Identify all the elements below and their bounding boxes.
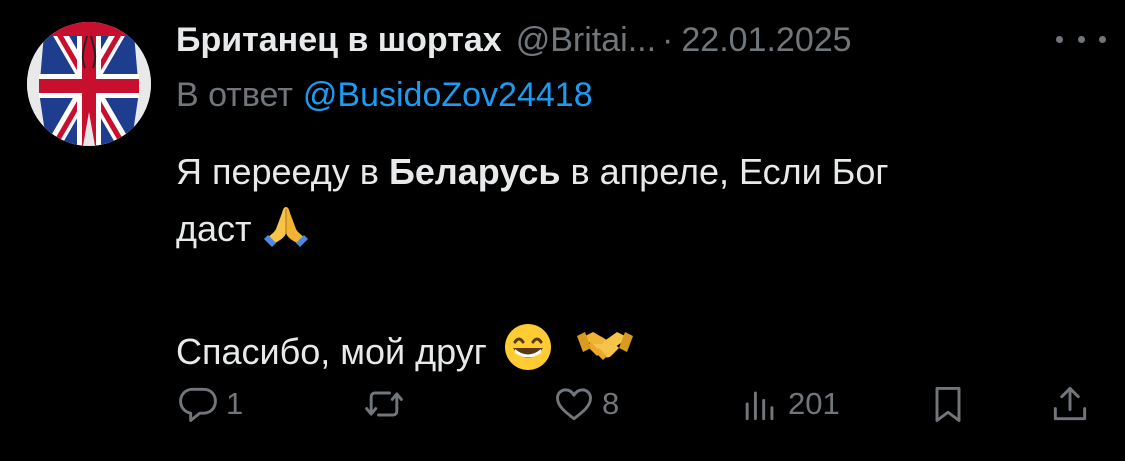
union-jack-shorts-image bbox=[27, 22, 151, 146]
reply-prefix: В ответ bbox=[176, 76, 293, 114]
handshake-emoji-icon bbox=[576, 322, 633, 388]
bookmark-icon bbox=[935, 386, 961, 422]
reply-button[interactable]: 1 bbox=[176, 380, 243, 428]
avatar[interactable] bbox=[27, 22, 151, 146]
reply-context: В ответ @BusidoZov24418 bbox=[176, 76, 593, 115]
action-bar: 1 8 201 bbox=[176, 380, 1096, 428]
reply-mention-link[interactable]: @BusidoZov24418 bbox=[303, 76, 593, 114]
more-options-icon[interactable] bbox=[1056, 24, 1106, 54]
views-button[interactable]: 201 bbox=[738, 380, 840, 428]
view-count: 201 bbox=[788, 386, 840, 421]
text-line: Спасибо, мой друг bbox=[176, 322, 1056, 388]
display-name[interactable]: Британец в шортах bbox=[176, 21, 502, 60]
share-button[interactable] bbox=[1048, 380, 1092, 428]
grinning-face-emoji-icon bbox=[503, 322, 553, 388]
repost-button[interactable] bbox=[362, 380, 412, 428]
bookmark-button[interactable] bbox=[926, 380, 970, 428]
tweet-text: Я перееду в Беларусь в апреле, Если Бог … bbox=[176, 143, 1056, 388]
separator-dot: · bbox=[662, 20, 674, 59]
reply-count: 1 bbox=[226, 386, 244, 421]
tweet-date[interactable]: 22.01.2025 bbox=[681, 21, 851, 60]
like-count: 8 bbox=[602, 386, 620, 421]
bold-text: Беларусь bbox=[388, 151, 561, 192]
text-line: Я перееду в Беларусь в апреле, Если Бог bbox=[176, 151, 889, 192]
like-button[interactable]: 8 bbox=[552, 380, 619, 428]
tweet-header: Британец в шортах @Britai... · 22.01.202… bbox=[176, 18, 1106, 62]
analytics-icon bbox=[745, 391, 774, 421]
user-handle[interactable]: @Britai... bbox=[516, 21, 656, 60]
heart-icon bbox=[556, 388, 592, 421]
reply-icon bbox=[179, 387, 217, 422]
text-line: даст bbox=[176, 200, 1056, 265]
repost-icon bbox=[365, 391, 403, 417]
folded-hands-emoji-icon bbox=[262, 201, 310, 265]
share-icon bbox=[1053, 386, 1087, 421]
tweet[interactable]: Британец в шортах @Britai... · 22.01.202… bbox=[0, 0, 1125, 461]
